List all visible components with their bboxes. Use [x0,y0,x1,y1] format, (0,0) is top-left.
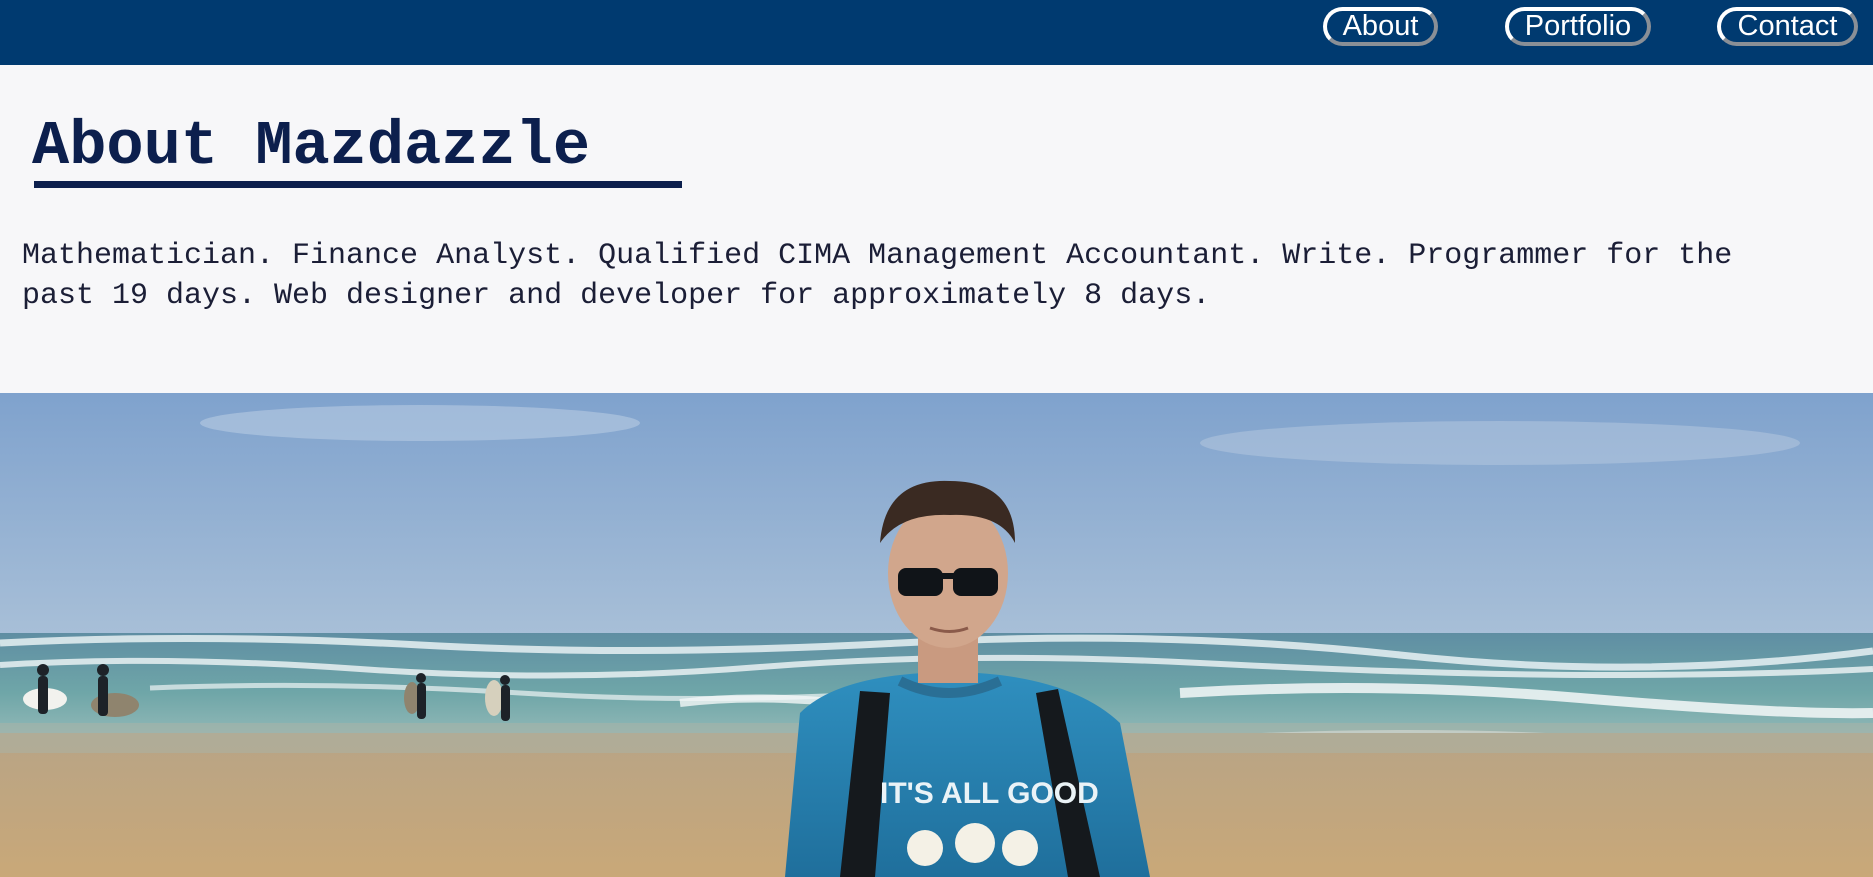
nav-about-link[interactable]: About [1323,7,1438,46]
top-navbar: About Portfolio Contact [0,0,1873,65]
hero-beach-photo: IT'S ALL GOOD [0,393,1873,877]
nav-contact-link[interactable]: Contact [1717,7,1858,46]
shirt-print-text: IT'S ALL GOOD [880,777,1099,810]
title-underline [34,181,682,188]
bio-text: Mathematician. Finance Analyst. Qualifie… [22,239,1733,313]
nav-portfolio-link[interactable]: Portfolio [1505,7,1651,46]
page-title: About Mazdazzle [32,111,591,182]
